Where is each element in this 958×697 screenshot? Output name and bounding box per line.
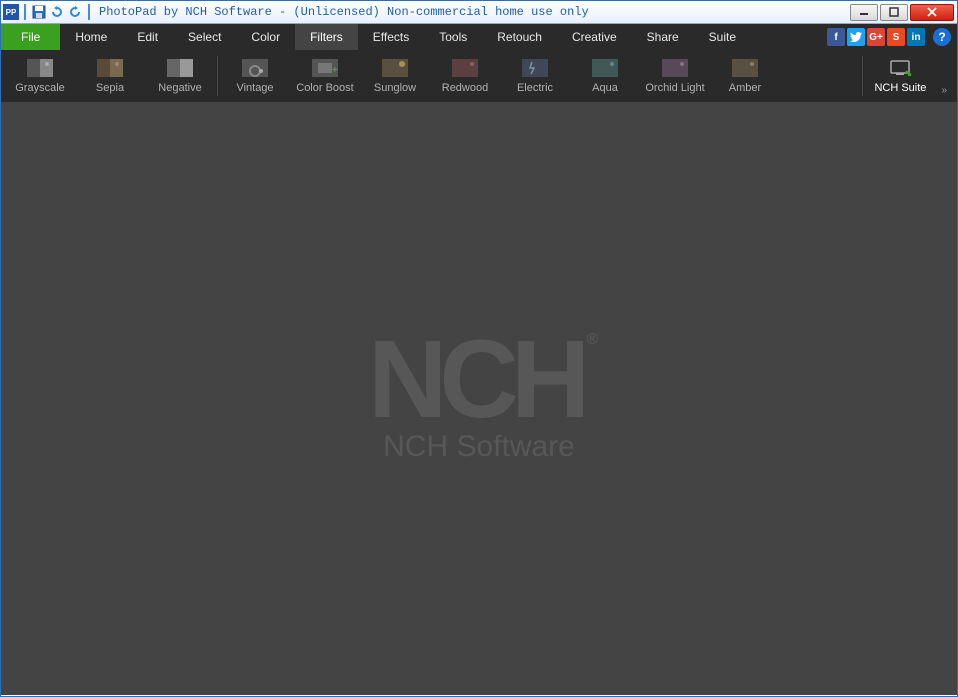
menu-suite[interactable]: Suite	[694, 24, 751, 50]
menubar: File Home Edit Select Color Filters Effe…	[1, 24, 957, 50]
tool-label: Negative	[158, 82, 201, 94]
electric-icon	[522, 59, 548, 77]
titlebar-separator	[24, 4, 26, 20]
tool-amber[interactable]: Amber	[710, 51, 780, 101]
tool-sepia[interactable]: Sepia	[75, 51, 145, 101]
redo-icon[interactable]	[67, 4, 83, 20]
menu-tools[interactable]: Tools	[424, 24, 482, 50]
tool-nchsuite[interactable]: NCH Suite	[865, 51, 935, 101]
redwood-icon	[452, 59, 478, 77]
vintage-icon	[242, 59, 268, 77]
menubar-spacer	[751, 24, 827, 50]
colorboost-icon: +	[312, 59, 338, 77]
tool-electric[interactable]: Electric	[500, 51, 570, 101]
facebook-icon[interactable]: f	[827, 28, 845, 46]
watermark-text: NCH Software	[368, 430, 590, 464]
titlebar-left: PP PhotoPad by NCH Software - (Unlicense…	[1, 4, 589, 20]
registered-icon: ®	[586, 331, 590, 348]
help-icon[interactable]: ?	[933, 28, 951, 46]
nchsuite-icon	[887, 59, 913, 77]
tool-vintage[interactable]: Vintage	[220, 51, 290, 101]
amber-icon	[732, 59, 758, 77]
minimize-button[interactable]	[850, 4, 878, 21]
tool-label: Redwood	[442, 82, 488, 94]
menu-home[interactable]: Home	[60, 24, 122, 50]
tool-grayscale[interactable]: Grayscale	[5, 51, 75, 101]
app-icon: PP	[3, 4, 19, 20]
orchidlight-icon	[662, 59, 688, 77]
window-title: PhotoPad by NCH Software - (Unlicensed) …	[99, 5, 589, 19]
tool-sunglow[interactable]: Sunglow	[360, 51, 430, 101]
sunglow-icon	[382, 59, 408, 77]
maximize-button[interactable]	[880, 4, 908, 21]
sepia-icon	[97, 59, 123, 77]
toolbar-overflow-icon[interactable]: »	[935, 85, 953, 96]
linkedin-icon[interactable]: in	[907, 28, 925, 46]
tool-negative[interactable]: Negative	[145, 51, 215, 101]
tool-aqua[interactable]: Aqua	[570, 51, 640, 101]
menu-share[interactable]: Share	[632, 24, 694, 50]
undo-icon[interactable]	[49, 4, 65, 20]
menu-retouch[interactable]: Retouch	[482, 24, 557, 50]
tool-label: Sunglow	[374, 82, 416, 94]
googleplus-icon[interactable]: G+	[867, 28, 885, 46]
menu-select[interactable]: Select	[173, 24, 236, 50]
tool-label: Electric	[517, 82, 553, 94]
tool-label: Aqua	[592, 82, 618, 94]
negative-icon	[167, 59, 193, 77]
stumbleupon-icon[interactable]: S	[887, 28, 905, 46]
tool-colorboost[interactable]: + Color Boost	[290, 51, 360, 101]
menu-edit[interactable]: Edit	[122, 24, 173, 50]
watermark-logo: NCH®	[368, 333, 590, 427]
menu-creative[interactable]: Creative	[557, 24, 632, 50]
tool-label: Orchid Light	[645, 82, 704, 94]
menu-filters[interactable]: Filters	[295, 24, 358, 50]
toolbar-separator	[217, 56, 218, 96]
app-window: PP PhotoPad by NCH Software - (Unlicense…	[0, 0, 958, 697]
tool-label: Vintage	[236, 82, 273, 94]
menu-effects[interactable]: Effects	[358, 24, 424, 50]
menu-color[interactable]: Color	[236, 24, 295, 50]
tool-label: Grayscale	[15, 82, 65, 94]
watermark-logo-text: NCH	[368, 318, 582, 441]
tool-label: Amber	[729, 82, 761, 94]
tool-label: Sepia	[96, 82, 124, 94]
titlebar: PP PhotoPad by NCH Software - (Unlicense…	[1, 1, 957, 24]
tool-orchidlight[interactable]: Orchid Light	[640, 51, 710, 101]
grayscale-icon	[27, 59, 53, 77]
aqua-icon	[592, 59, 618, 77]
titlebar-separator	[88, 4, 90, 20]
tool-redwood[interactable]: Redwood	[430, 51, 500, 101]
window-controls	[850, 4, 957, 21]
svg-text:+: +	[332, 65, 338, 76]
tool-label: Color Boost	[296, 82, 353, 94]
watermark: NCH® NCH Software	[368, 333, 590, 465]
canvas-area: NCH® NCH Software	[1, 102, 957, 695]
save-icon[interactable]	[31, 4, 47, 20]
twitter-icon[interactable]	[847, 28, 865, 46]
close-button[interactable]	[910, 4, 954, 21]
toolbar: Grayscale Sepia Negative Vintage + Color…	[1, 50, 957, 102]
toolbar-separator	[862, 56, 863, 96]
tool-label: NCH Suite	[874, 82, 926, 94]
social-icons: f G+ S in ?	[827, 24, 957, 50]
menu-file[interactable]: File	[1, 24, 60, 50]
